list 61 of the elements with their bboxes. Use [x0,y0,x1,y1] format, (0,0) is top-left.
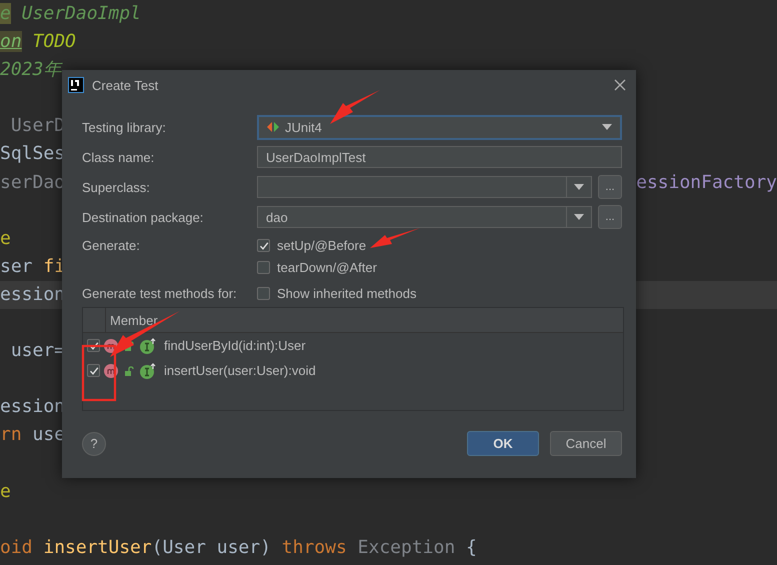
code-text: throws [282,536,347,558]
code-text: TODO [32,31,76,52]
code-text: { [465,536,477,558]
ok-button[interactable]: OK [467,431,539,456]
implements-icon [140,338,156,354]
code-text: e [0,228,11,249]
code-text: rn [0,424,22,446]
checkbox[interactable] [257,239,270,252]
checkbox[interactable] [257,261,270,274]
field-label: Destination package: [82,210,204,224]
method-signature[interactable]: insertUser(user:User):void [164,363,316,378]
field-label: Class name: [82,150,156,164]
cancel-button[interactable]: Cancel [550,431,622,456]
help-button[interactable]: ? [82,432,106,456]
code-text: oid [0,536,33,558]
checkbox-label: Show inherited methods [277,286,416,300]
dropdown-value: dao [266,210,288,224]
caret-icon [574,184,584,190]
highlight-rectangle [82,344,116,402]
checkbox[interactable] [257,286,270,300]
library-dropdown[interactable]: JUnit4 [257,114,622,140]
field-label: Superclass: [82,180,151,194]
arrow-annotation [330,90,380,124]
lock-icon [124,366,134,376]
field-label: Testing library: [82,120,167,134]
close-icon[interactable] [614,79,626,91]
field-label: Generate: [82,238,141,253]
code-text: e [0,3,11,24]
code-text: insertUser [42,536,152,558]
code-text: user= [10,340,66,362]
checkbox-label: tearDown/@After [277,260,377,275]
code-text: serDao [0,172,66,193]
browse-button[interactable]: ... [598,175,622,199]
app-logo-icon [68,77,84,93]
checkbox[interactable] [87,364,100,377]
arrow-annotation [370,228,420,248]
package-dropdown[interactable]: dao [257,206,592,228]
checkbox-label: setUp/@Before [277,238,366,253]
code-text: ser [0,256,34,277]
code-text: fi [43,256,66,277]
dialog-title: Create Test [92,78,160,92]
code-text: Exception [356,536,456,558]
browse-button[interactable]: ... [598,205,622,229]
method-signature[interactable]: findUserById(id:int):User [164,338,306,353]
field-label: Generate test methods for: [82,286,238,300]
caret-icon [574,214,584,220]
code-text: SqlSes [0,143,66,164]
class-name-field[interactable]: UserDaoImplTest [257,146,622,168]
code-text: essionFactory [636,172,777,193]
field-value: UserDaoImplTest [266,150,366,164]
code-text: UserDaoImpl [20,3,141,24]
junit-icon [267,122,279,132]
code-text: 2023年 [0,59,62,80]
code-text: (User user) [152,536,272,558]
method-icon [104,364,118,378]
code-text: on [0,31,22,52]
code-text: e [0,480,11,502]
implements-icon [140,362,156,378]
caret-icon [602,124,612,130]
column-header: Member [109,312,158,328]
dropdown-value: JUnit4 [285,120,322,134]
